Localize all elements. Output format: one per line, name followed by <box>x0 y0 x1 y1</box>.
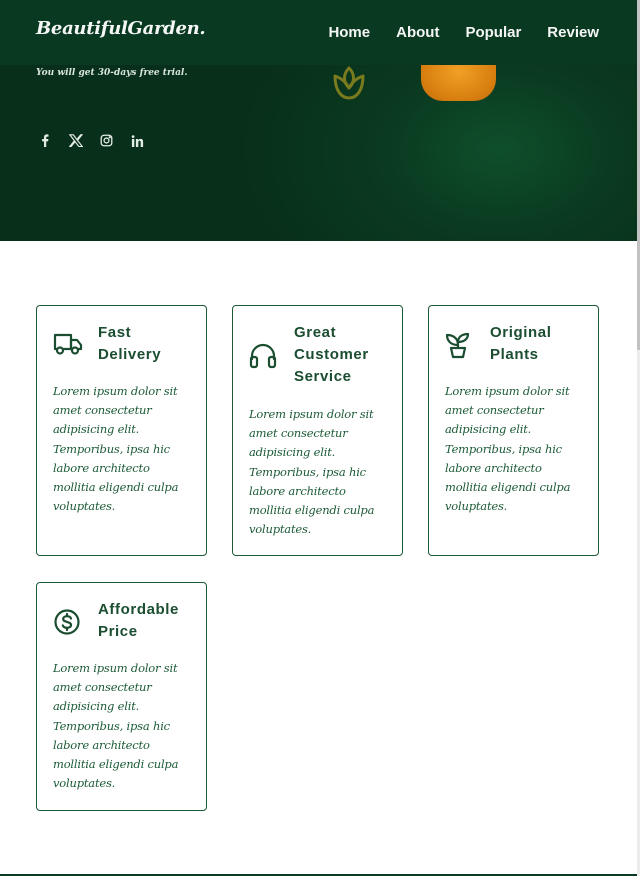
plant-icon <box>445 331 471 363</box>
nav-links: Home About Popular Review <box>302 24 599 41</box>
headset-icon <box>249 342 277 374</box>
brand-logo[interactable]: BeautifulGarden. <box>36 18 206 39</box>
facebook-icon[interactable] <box>36 132 53 149</box>
feature-card-affordable-price: Affordable Price Lorem ipsum dolor sit a… <box>36 582 207 811</box>
lotus-icon <box>331 64 367 106</box>
x-twitter-icon[interactable] <box>67 132 84 149</box>
truck-icon <box>53 332 83 360</box>
feature-description: Lorem ipsum dolor sit amet consectetur a… <box>249 407 375 537</box>
linkedin-icon[interactable] <box>129 132 146 149</box>
feature-card-original-plants: Original Plants Lorem ipsum dolor sit am… <box>428 305 599 556</box>
feature-title: Fast Delivery <box>98 324 162 363</box>
feature-card-customer-service: Great Customer Service Lorem ipsum dolor… <box>232 305 403 556</box>
dollar-circle-icon <box>53 608 81 640</box>
feature-description: Lorem ipsum dolor sit amet consectetur a… <box>53 384 179 514</box>
feature-description: Lorem ipsum dolor sit amet consectetur a… <box>445 384 571 514</box>
feature-title: Great Customer Service <box>294 324 369 385</box>
hero-section: BeautifulGarden. Home About Popular Revi… <box>0 0 637 241</box>
instagram-icon[interactable] <box>98 132 115 149</box>
feature-card-fast-delivery: Fast Delivery Lorem ipsum dolor sit amet… <box>36 305 207 556</box>
nav-link-home[interactable]: Home <box>328 24 370 41</box>
navbar: BeautifulGarden. Home About Popular Revi… <box>0 0 637 65</box>
trial-text: You will get 30-days free trial. <box>36 68 188 78</box>
feature-title: Original Plants <box>490 324 552 363</box>
nav-link-about[interactable]: About <box>396 24 439 41</box>
nav-link-popular[interactable]: Popular <box>465 24 521 41</box>
feature-description: Lorem ipsum dolor sit amet consectetur a… <box>53 661 179 791</box>
nav-link-review[interactable]: Review <box>547 24 599 41</box>
plant-pot-image <box>421 65 496 101</box>
social-links <box>36 132 146 149</box>
feature-title: Affordable Price <box>98 601 179 640</box>
